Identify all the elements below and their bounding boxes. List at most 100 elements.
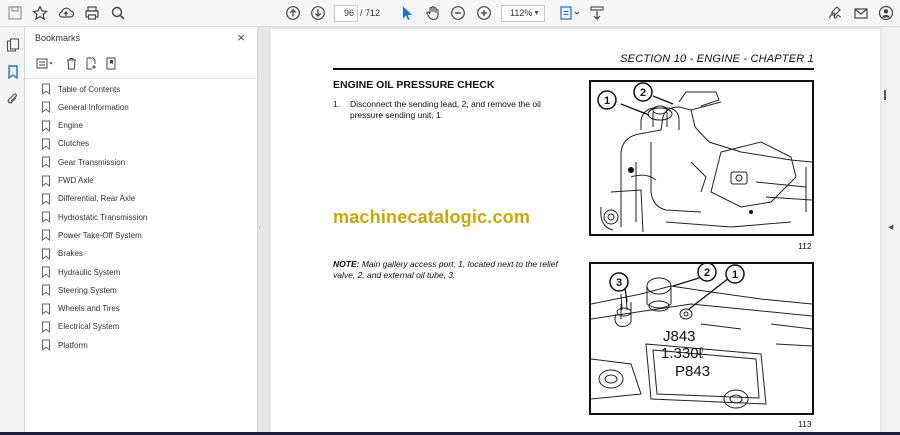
next-page-icon[interactable] [307, 3, 329, 23]
save-icon[interactable] [4, 3, 26, 23]
star-icon[interactable] [29, 3, 51, 23]
callout-1: 1 [725, 264, 745, 284]
svg-text:1: 1 [732, 269, 738, 281]
page-total-label: / 712 [360, 8, 381, 18]
bookmark-label: Electrical System [58, 322, 120, 332]
bookmark-label: General Information [58, 102, 129, 112]
bookmark-item[interactable]: Gear Transmission [41, 154, 251, 170]
bookmark-icon [42, 303, 50, 315]
callout-3: 3 [609, 272, 629, 292]
svg-text:1: 1 [604, 95, 610, 107]
bookmark-item[interactable]: Platform [41, 337, 251, 353]
engine-illustration: 1 2 [597, 82, 812, 233]
bookmark-icon [42, 266, 50, 278]
search-icon[interactable] [107, 3, 129, 23]
bookmark-icon [42, 229, 50, 242]
section-heading: ENGINE OIL PRESSURE CHECK [333, 79, 495, 91]
page-thumbnails-icon[interactable] [3, 35, 22, 54]
section-header: SECTION 10 - ENGINE - CHAPTER 1 [620, 53, 814, 65]
bookmark-label: FWD Axle [58, 176, 94, 185]
figure-gallery-access-port: J843 1.330ℓ P843 3 2 1 [589, 262, 814, 415]
expand-right-panel-icon[interactable]: ◀ [888, 223, 893, 231]
scroll-thumb[interactable] [884, 90, 886, 100]
vertical-scrollbar[interactable] [882, 27, 900, 435]
figure-oil-pressure-sender: 1 2 [589, 80, 814, 236]
bookmark-item[interactable]: Wheels and Tires [41, 301, 251, 317]
bookmark-item[interactable]: Power Take-Off System [41, 227, 251, 243]
bookmark-icon [42, 101, 50, 114]
bookmark-item[interactable]: Hydraulic System [41, 264, 251, 280]
header-rule [333, 68, 814, 70]
bookmark-icon [42, 211, 50, 224]
bookmark-label: Hydraulic System [58, 267, 121, 277]
print-icon[interactable] [81, 3, 103, 23]
bookmark-item[interactable]: Brakes [41, 246, 251, 262]
new-bookmark-icon[interactable] [82, 54, 100, 72]
previous-page-icon[interactable] [282, 3, 304, 23]
fit-page-icon[interactable] [555, 3, 585, 23]
zoom-level-value: 112% [510, 8, 533, 18]
bookmark-options-icon[interactable] [33, 54, 57, 72]
bookmark-item[interactable]: Clutches [41, 136, 251, 152]
callout-1: 1 [597, 90, 617, 110]
cloud-upload-icon[interactable] [55, 3, 77, 23]
bookmark-item[interactable]: FWD Axle [41, 173, 251, 189]
bookmark-icon [42, 138, 50, 150]
zoom-level-select[interactable]: 112% ▼ [501, 5, 545, 22]
bookmark-label: Clutches [58, 139, 90, 149]
bookmark-item[interactable]: Table of Contents [41, 81, 251, 97]
callout-2: 2 [633, 82, 653, 102]
bookmark-label: Differential, Rear Axle [58, 194, 136, 204]
bookmark-icon [42, 175, 50, 187]
note-label: NOTE: [333, 259, 360, 269]
zoom-out-icon[interactable] [447, 3, 469, 23]
pdf-page: SECTION 10 - ENGINE - CHAPTER 1 ENGINE O… [271, 29, 880, 435]
panel-divider [25, 78, 257, 79]
bookmark-icon [42, 248, 50, 260]
sign-icon[interactable] [824, 3, 846, 23]
bookmark-item[interactable]: Electrical System [41, 319, 251, 335]
bookmark-item[interactable]: Engine [41, 118, 251, 134]
bookmarks-panel-icon[interactable] [3, 62, 22, 81]
bookmark-item[interactable]: Hydrostatic Transmission [41, 209, 251, 225]
svg-text:2: 2 [704, 267, 710, 279]
bookmark-label: Platform [58, 340, 88, 350]
bookmark-label: Gear Transmission [58, 157, 126, 167]
figure-number: 112 [798, 241, 812, 251]
bookmark-item[interactable]: Steering System [41, 282, 251, 298]
hand-tool-icon[interactable] [422, 3, 444, 23]
stamp-line-2: 1.330ℓ [661, 345, 704, 362]
step-number: 1. [333, 99, 341, 109]
callout-2: 2 [697, 264, 717, 282]
bookmark-icon [42, 339, 50, 352]
bookmark-icon [42, 321, 50, 333]
bookmark-label: Steering System [58, 285, 117, 295]
select-cursor-icon[interactable] [396, 3, 418, 23]
page-number-input[interactable]: 96 [334, 5, 358, 22]
close-icon[interactable]: × [234, 31, 248, 45]
bookmark-label: Power Take-Off System [58, 230, 142, 240]
email-icon[interactable] [850, 3, 872, 23]
account-icon[interactable] [875, 3, 897, 23]
zoom-in-icon[interactable] [473, 3, 495, 23]
bookmark-icon [42, 284, 50, 297]
note-text: Main gallery access port, 1, located nex… [333, 259, 558, 280]
bookmark-item[interactable]: Differential, Rear Axle [41, 191, 251, 207]
bookmark-label: Brakes [58, 249, 83, 259]
stamp-line-3: P843 [675, 363, 710, 380]
attachments-icon[interactable] [3, 89, 22, 108]
bookmark-label: Engine [58, 121, 83, 131]
document-viewport[interactable]: SECTION 10 - ENGINE - CHAPTER 1 ENGINE O… [260, 27, 882, 435]
bookmarks-panel-title: Bookmarks [35, 33, 81, 43]
bookmark-label: Hydrostatic Transmission [58, 212, 148, 222]
delete-bookmark-icon[interactable] [62, 54, 80, 72]
scroll-mode-icon[interactable] [586, 3, 608, 23]
svg-text:2: 2 [640, 87, 646, 99]
svg-text:3: 3 [616, 277, 622, 289]
bookmark-icon [42, 156, 50, 169]
bookmark-from-selection-icon[interactable] [102, 54, 120, 72]
bookmark-icon [42, 193, 50, 205]
bookmark-icon [42, 120, 50, 132]
bookmark-item[interactable]: General Information [41, 99, 251, 115]
step-text: Disconnect the sending lead, 2, and remo… [350, 99, 541, 120]
